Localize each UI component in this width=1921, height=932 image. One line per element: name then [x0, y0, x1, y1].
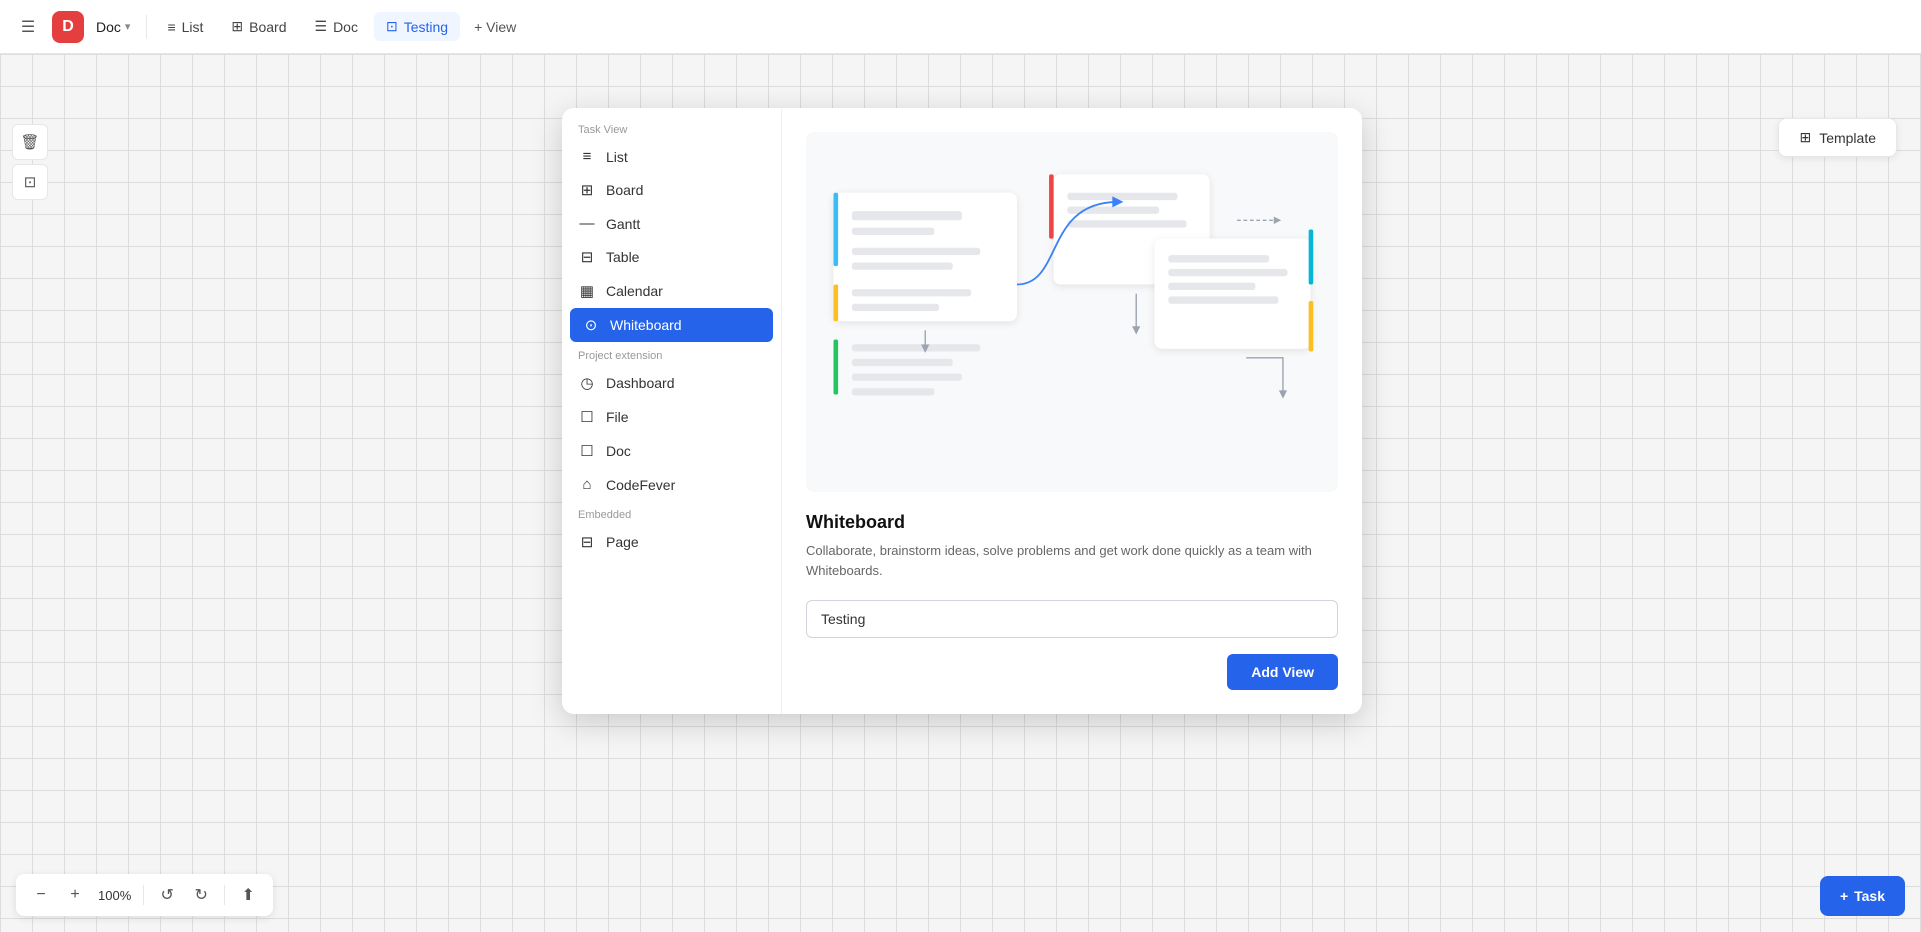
doc-dropdown-button[interactable]: Doc ▾	[88, 15, 138, 39]
doc-menu-icon: ☐	[578, 442, 596, 460]
preview-image	[806, 132, 1338, 492]
tab-list-label: List	[182, 19, 204, 35]
list-menu-icon: ≡	[578, 148, 596, 165]
menu-item-list[interactable]: ≡ List	[562, 140, 781, 173]
add-view-submit-button[interactable]: Add View	[1227, 654, 1338, 690]
menu-item-board[interactable]: ⊞ Board	[562, 173, 781, 207]
upload-button[interactable]: ⬆	[233, 880, 263, 910]
tab-doc[interactable]: ☰ Doc	[303, 12, 370, 41]
tab-list[interactable]: ≡ List	[155, 13, 215, 41]
menu-item-calendar[interactable]: ▦ Calendar	[562, 274, 781, 308]
menu-table-label: Table	[606, 249, 639, 265]
preview-actions: Add View	[806, 654, 1338, 690]
template-label: Template	[1819, 130, 1876, 146]
toolbar-divider-2	[224, 885, 225, 905]
page-menu-icon: ⊟	[578, 533, 596, 551]
task-view-label: Task View	[562, 116, 781, 140]
logo: D	[52, 11, 84, 43]
topbar: ☰ D Doc ▾ ≡ List ⊞ Board ☰ Doc ⊡ Testing…	[0, 0, 1921, 54]
menu-list-label: List	[606, 149, 628, 165]
zoom-in-button[interactable]: +	[60, 880, 90, 910]
add-view-button[interactable]: + View	[464, 13, 526, 41]
board-menu-icon: ⊞	[578, 181, 596, 199]
dashboard-menu-icon: ◷	[578, 374, 596, 392]
preview-title: Whiteboard	[806, 512, 1338, 533]
expand-button[interactable]: ☰	[12, 11, 44, 43]
add-view-label: + View	[474, 19, 516, 35]
menu-file-label: File	[606, 409, 629, 425]
menu-item-page[interactable]: ⊟ Page	[562, 525, 781, 559]
file-menu-icon: ☐	[578, 408, 596, 426]
preview-description: Collaborate, brainstorm ideas, solve pro…	[806, 541, 1338, 580]
template-grid-icon: ⊞	[1799, 129, 1811, 146]
table-menu-icon: ⊟	[578, 248, 596, 266]
codefever-menu-icon: ⌂	[578, 476, 596, 493]
menu-gantt-label: Gantt	[606, 216, 640, 232]
delete-button[interactable]: 🗑	[12, 124, 48, 160]
whiteboard-menu-icon: ⊙	[582, 316, 600, 334]
topbar-divider	[146, 15, 147, 39]
menu-item-dashboard[interactable]: ◷ Dashboard	[562, 366, 781, 400]
add-task-button[interactable]: + Task	[1820, 876, 1905, 916]
board-icon: ⊞	[231, 18, 243, 35]
menu-item-codefever[interactable]: ⌂ CodeFever	[562, 468, 781, 501]
view-name-input[interactable]	[806, 600, 1338, 638]
main-canvas[interactable]: 🗑 ⊡ ⊞ Template Task View ≡ List ⊞ Board …	[0, 54, 1921, 932]
zoom-level: 100%	[94, 888, 135, 903]
tab-doc-label: Doc	[333, 19, 358, 35]
bottom-toolbar: − + 100% ↺ ↻ ⬆	[16, 874, 273, 916]
export-button[interactable]: ⊡	[12, 164, 48, 200]
menu-dashboard-label: Dashboard	[606, 375, 675, 391]
task-plus-icon: +	[1840, 888, 1848, 904]
menu-item-gantt[interactable]: — Gantt	[562, 207, 781, 240]
menu-board-label: Board	[606, 182, 643, 198]
project-extension-label: Project extension	[562, 342, 781, 366]
menu-item-whiteboard[interactable]: ⊙ Whiteboard	[570, 308, 773, 342]
tab-testing[interactable]: ⊡ Testing	[374, 12, 460, 41]
menu-doc-label: Doc	[606, 443, 631, 459]
redo-button[interactable]: ↻	[186, 880, 216, 910]
menu-calendar-label: Calendar	[606, 283, 663, 299]
menu-item-doc[interactable]: ☐ Doc	[562, 434, 781, 468]
doc-chevron-icon: ▾	[125, 20, 131, 33]
gantt-menu-icon: —	[578, 215, 596, 232]
tab-board-label: Board	[249, 19, 286, 35]
menu-codefever-label: CodeFever	[606, 477, 675, 493]
menu-item-table[interactable]: ⊟ Table	[562, 240, 781, 274]
zoom-out-button[interactable]: −	[26, 880, 56, 910]
menu-page-label: Page	[606, 534, 639, 550]
view-type-menu: Task View ≡ List ⊞ Board — Gantt ⊟ Table…	[562, 108, 782, 714]
doc-icon: ☰	[315, 18, 328, 35]
template-button[interactable]: ⊞ Template	[1778, 118, 1897, 157]
toolbar-divider	[143, 885, 144, 905]
add-view-dropdown: Task View ≡ List ⊞ Board — Gantt ⊟ Table…	[562, 108, 1362, 714]
list-icon: ≡	[167, 19, 175, 35]
doc-label: Doc	[96, 19, 121, 35]
view-preview-panel: Whiteboard Collaborate, brainstorm ideas…	[782, 108, 1362, 714]
tab-board[interactable]: ⊞ Board	[219, 12, 298, 41]
menu-item-file[interactable]: ☐ File	[562, 400, 781, 434]
undo-button[interactable]: ↺	[152, 880, 182, 910]
tab-testing-label: Testing	[404, 19, 448, 35]
testing-icon: ⊡	[386, 18, 398, 35]
calendar-menu-icon: ▦	[578, 282, 596, 300]
menu-whiteboard-label: Whiteboard	[610, 317, 682, 333]
task-label: Task	[1854, 888, 1885, 904]
embedded-label: Embedded	[562, 501, 781, 525]
left-toolbar: 🗑 ⊡	[12, 124, 48, 200]
